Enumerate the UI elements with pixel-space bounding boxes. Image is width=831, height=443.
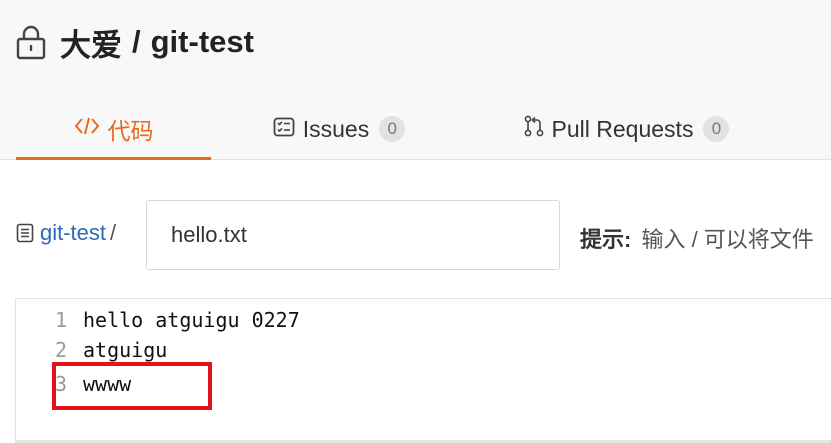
breadcrumb-repo-link[interactable]: git-test <box>40 220 106 246</box>
filename-input[interactable] <box>146 200 560 270</box>
editor-line[interactable]: 2 atguigu <box>16 335 167 365</box>
repo-title: 大爱 / git-test <box>16 20 254 65</box>
line-text[interactable]: wwww <box>83 369 131 399</box>
repo-owner[interactable]: 大爱 <box>60 20 122 65</box>
tab-pull-requests-label: Pull Requests <box>551 115 694 142</box>
issues-icon <box>273 116 295 143</box>
path-hint: 提示: 输入 / 可以将文件 <box>580 222 814 254</box>
tab-pull-requests[interactable]: Pull Requests 0 <box>519 100 734 158</box>
line-number: 3 <box>54 372 67 396</box>
tab-issues-label: Issues <box>302 115 370 142</box>
line-number: 1 <box>54 308 67 332</box>
tab-code[interactable]: 代码 <box>16 100 211 160</box>
pull-requests-count-badge: 0 <box>703 116 730 142</box>
repo-title-separator: / <box>132 24 141 59</box>
issues-count-badge: 0 <box>379 116 406 142</box>
repo-name[interactable]: git-test <box>151 24 254 60</box>
file-path-row: git-test / 提示: 输入 / 可以将文件 <box>16 200 831 270</box>
repo-tabs: 代码 Issues 0 Pull Requests 0 <box>16 100 831 160</box>
editor-line[interactable]: 1 hello atguigu 0227 <box>16 305 300 335</box>
file-list-icon <box>16 223 34 243</box>
lock-icon <box>16 25 46 60</box>
code-icon <box>74 115 100 142</box>
hint-text: 输入 / 可以将文件 <box>641 227 814 252</box>
code-editor[interactable]: 1 hello atguigu 0227 2 atguigu 3 wwww <box>15 298 831 443</box>
editor-line[interactable]: 3 wwww <box>16 369 131 399</box>
line-number: 2 <box>54 338 67 362</box>
repo-header: 大爱 / git-test 代码 Issues 0 Pull Requests … <box>0 0 831 160</box>
line-text[interactable]: hello atguigu 0227 <box>83 305 300 335</box>
breadcrumb: git-test / <box>16 220 116 246</box>
breadcrumb-separator: / <box>110 220 117 245</box>
hint-label: 提示: <box>580 227 632 252</box>
pull-request-icon <box>524 115 544 143</box>
tab-code-label: 代码 <box>107 117 154 144</box>
line-text[interactable]: atguigu <box>83 335 167 365</box>
tab-issues[interactable]: Issues 0 <box>269 100 409 158</box>
